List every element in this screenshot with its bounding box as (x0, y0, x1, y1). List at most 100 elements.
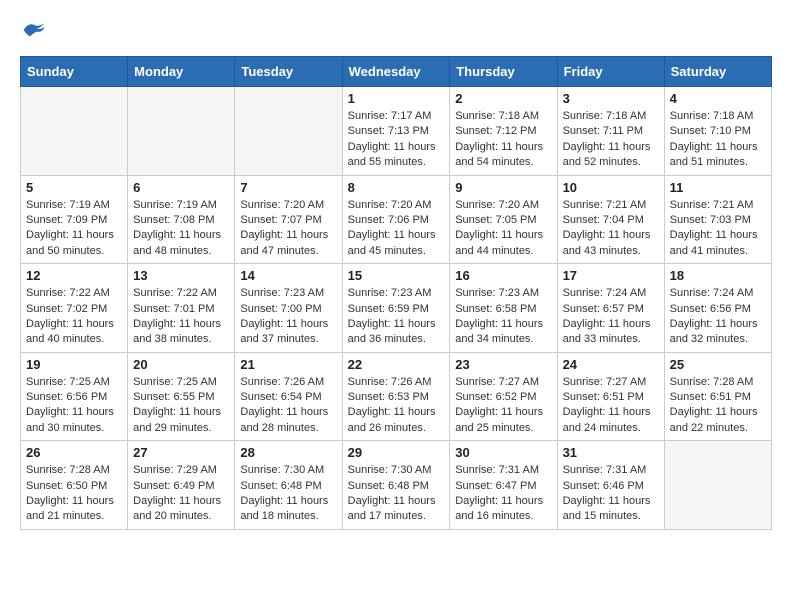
day-number: 8 (348, 180, 445, 195)
day-info: Sunrise: 7:31 AM Sunset: 6:47 PM Dayligh… (455, 463, 551, 525)
calendar-cell: 5 Sunrise: 7:19 AM Sunset: 7:09 PM Daylig… (21, 175, 128, 264)
calendar-cell (128, 87, 235, 176)
calendar-cell: 1 Sunrise: 7:17 AM Sunset: 7:13 PM Daylig… (342, 87, 450, 176)
day-number: 12 (26, 268, 122, 283)
day-info: Sunrise: 7:18 AM Sunset: 7:10 PM Dayligh… (670, 109, 766, 171)
calendar-cell: 27 Sunrise: 7:29 AM Sunset: 6:49 PM Dayli… (128, 441, 235, 530)
day-number: 13 (133, 268, 229, 283)
day-number: 16 (455, 268, 551, 283)
day-info: Sunrise: 7:19 AM Sunset: 7:08 PM Dayligh… (133, 198, 229, 260)
day-number: 6 (133, 180, 229, 195)
day-info: Sunrise: 7:26 AM Sunset: 6:54 PM Dayligh… (240, 375, 336, 437)
day-number: 23 (455, 357, 551, 372)
column-header-wednesday: Wednesday (342, 57, 450, 87)
day-number: 26 (26, 445, 122, 460)
calendar-cell: 8 Sunrise: 7:20 AM Sunset: 7:06 PM Daylig… (342, 175, 450, 264)
calendar-cell: 11Sunrise: 7:21 AM Sunset: 7:03 PM Dayli… (664, 175, 771, 264)
day-info: Sunrise: 7:27 AM Sunset: 6:52 PM Dayligh… (455, 375, 551, 437)
calendar-cell: 20Sunrise: 7:25 AM Sunset: 6:55 PM Dayli… (128, 352, 235, 441)
day-info: Sunrise: 7:23 AM Sunset: 6:59 PM Dayligh… (348, 286, 445, 348)
calendar-cell: 31 Sunrise: 7:31 AM Sunset: 6:46 PM Dayli… (557, 441, 664, 530)
calendar-week-row: 5 Sunrise: 7:19 AM Sunset: 7:09 PM Daylig… (21, 175, 772, 264)
day-info: Sunrise: 7:20 AM Sunset: 7:05 PM Dayligh… (455, 198, 551, 260)
day-info: Sunrise: 7:19 AM Sunset: 7:09 PM Dayligh… (26, 198, 122, 260)
day-number: 31 (563, 445, 659, 460)
calendar-cell: 29Sunrise: 7:30 AM Sunset: 6:48 PM Dayli… (342, 441, 450, 530)
day-info: Sunrise: 7:31 AM Sunset: 6:46 PM Dayligh… (563, 463, 659, 525)
day-info: Sunrise: 7:22 AM Sunset: 7:02 PM Dayligh… (26, 286, 122, 348)
day-info: Sunrise: 7:30 AM Sunset: 6:48 PM Dayligh… (240, 463, 336, 525)
day-info: Sunrise: 7:29 AM Sunset: 6:49 PM Dayligh… (133, 463, 229, 525)
calendar-cell: 23 Sunrise: 7:27 AM Sunset: 6:52 PM Dayli… (450, 352, 557, 441)
day-info: Sunrise: 7:22 AM Sunset: 7:01 PM Dayligh… (133, 286, 229, 348)
day-number: 3 (563, 91, 659, 106)
calendar-cell: 28 Sunrise: 7:30 AM Sunset: 6:48 PM Dayli… (235, 441, 342, 530)
day-number: 22 (348, 357, 445, 372)
day-number: 7 (240, 180, 336, 195)
day-number: 25 (670, 357, 766, 372)
calendar-week-row: 26Sunrise: 7:28 AM Sunset: 6:50 PM Dayli… (21, 441, 772, 530)
calendar-cell: 4Sunrise: 7:18 AM Sunset: 7:10 PM Daylig… (664, 87, 771, 176)
column-header-friday: Friday (557, 57, 664, 87)
calendar-week-row: 1 Sunrise: 7:17 AM Sunset: 7:13 PM Daylig… (21, 87, 772, 176)
day-info: Sunrise: 7:21 AM Sunset: 7:03 PM Dayligh… (670, 198, 766, 260)
calendar-cell (664, 441, 771, 530)
day-number: 1 (348, 91, 445, 106)
calendar-cell: 6 Sunrise: 7:19 AM Sunset: 7:08 PM Daylig… (128, 175, 235, 264)
calendar-cell: 30Sunrise: 7:31 AM Sunset: 6:47 PM Dayli… (450, 441, 557, 530)
calendar-header-row: SundayMondayTuesdayWednesdayThursdayFrid… (21, 57, 772, 87)
day-info: Sunrise: 7:18 AM Sunset: 7:11 PM Dayligh… (563, 109, 659, 171)
day-number: 17 (563, 268, 659, 283)
page-header (20, 20, 772, 40)
column-header-sunday: Sunday (21, 57, 128, 87)
calendar-cell (235, 87, 342, 176)
day-info: Sunrise: 7:23 AM Sunset: 6:58 PM Dayligh… (455, 286, 551, 348)
day-info: Sunrise: 7:26 AM Sunset: 6:53 PM Dayligh… (348, 375, 445, 437)
day-number: 20 (133, 357, 229, 372)
day-number: 19 (26, 357, 122, 372)
calendar-cell (21, 87, 128, 176)
calendar-cell: 21Sunrise: 7:26 AM Sunset: 6:54 PM Dayli… (235, 352, 342, 441)
calendar-table: SundayMondayTuesdayWednesdayThursdayFrid… (20, 56, 772, 530)
calendar-cell: 17 Sunrise: 7:24 AM Sunset: 6:57 PM Dayli… (557, 264, 664, 353)
day-number: 10 (563, 180, 659, 195)
calendar-cell: 19 Sunrise: 7:25 AM Sunset: 6:56 PM Dayli… (21, 352, 128, 441)
day-info: Sunrise: 7:20 AM Sunset: 7:06 PM Dayligh… (348, 198, 445, 260)
logo (20, 20, 46, 40)
day-number: 29 (348, 445, 445, 460)
calendar-cell: 14 Sunrise: 7:23 AM Sunset: 7:00 PM Dayli… (235, 264, 342, 353)
calendar-cell: 25 Sunrise: 7:28 AM Sunset: 6:51 PM Dayli… (664, 352, 771, 441)
day-info: Sunrise: 7:20 AM Sunset: 7:07 PM Dayligh… (240, 198, 336, 260)
calendar-week-row: 12 Sunrise: 7:22 AM Sunset: 7:02 PM Dayli… (21, 264, 772, 353)
day-info: Sunrise: 7:28 AM Sunset: 6:51 PM Dayligh… (670, 375, 766, 437)
column-header-monday: Monday (128, 57, 235, 87)
calendar-cell: 22 Sunrise: 7:26 AM Sunset: 6:53 PM Dayli… (342, 352, 450, 441)
calendar-cell: 7 Sunrise: 7:20 AM Sunset: 7:07 PM Daylig… (235, 175, 342, 264)
day-number: 5 (26, 180, 122, 195)
calendar-cell: 26Sunrise: 7:28 AM Sunset: 6:50 PM Dayli… (21, 441, 128, 530)
day-number: 27 (133, 445, 229, 460)
day-info: Sunrise: 7:17 AM Sunset: 7:13 PM Dayligh… (348, 109, 445, 171)
day-number: 28 (240, 445, 336, 460)
calendar-cell: 9 Sunrise: 7:20 AM Sunset: 7:05 PM Daylig… (450, 175, 557, 264)
logo-bird-icon (22, 20, 46, 40)
day-number: 18 (670, 268, 766, 283)
column-header-saturday: Saturday (664, 57, 771, 87)
day-number: 2 (455, 91, 551, 106)
calendar-cell: 16 Sunrise: 7:23 AM Sunset: 6:58 PM Dayli… (450, 264, 557, 353)
day-info: Sunrise: 7:18 AM Sunset: 7:12 PM Dayligh… (455, 109, 551, 171)
day-number: 15 (348, 268, 445, 283)
day-number: 9 (455, 180, 551, 195)
day-info: Sunrise: 7:24 AM Sunset: 6:57 PM Dayligh… (563, 286, 659, 348)
day-info: Sunrise: 7:24 AM Sunset: 6:56 PM Dayligh… (670, 286, 766, 348)
column-header-tuesday: Tuesday (235, 57, 342, 87)
day-info: Sunrise: 7:25 AM Sunset: 6:56 PM Dayligh… (26, 375, 122, 437)
day-number: 24 (563, 357, 659, 372)
calendar-cell: 15 Sunrise: 7:23 AM Sunset: 6:59 PM Dayli… (342, 264, 450, 353)
day-info: Sunrise: 7:23 AM Sunset: 7:00 PM Dayligh… (240, 286, 336, 348)
calendar-cell: 12 Sunrise: 7:22 AM Sunset: 7:02 PM Dayli… (21, 264, 128, 353)
calendar-cell: 3 Sunrise: 7:18 AM Sunset: 7:11 PM Daylig… (557, 87, 664, 176)
day-info: Sunrise: 7:27 AM Sunset: 6:51 PM Dayligh… (563, 375, 659, 437)
day-number: 14 (240, 268, 336, 283)
calendar-cell: 24 Sunrise: 7:27 AM Sunset: 6:51 PM Dayli… (557, 352, 664, 441)
